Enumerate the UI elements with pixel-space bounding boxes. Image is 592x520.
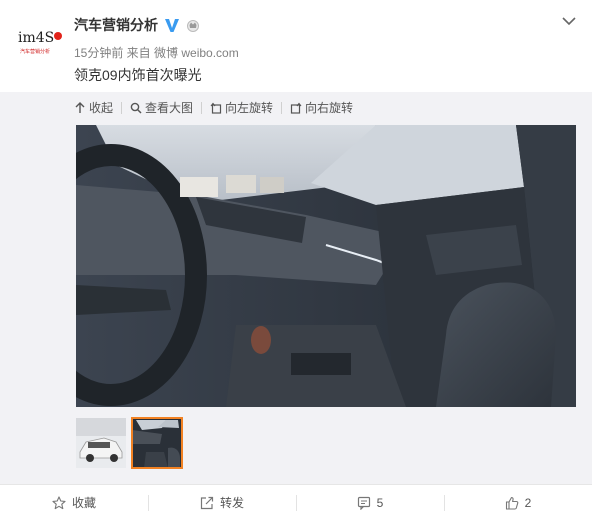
toolbar-divider xyxy=(121,101,123,114)
view-large-label: 查看大图 xyxy=(145,101,194,115)
thumbnail-strip xyxy=(76,417,183,469)
rotate-right-label: 向右旋转 xyxy=(305,101,354,115)
favorite-button[interactable]: 收藏 xyxy=(0,485,148,520)
chevron-down-icon[interactable] xyxy=(561,15,577,27)
author-row: 汽车营销分析 xyxy=(74,14,200,36)
like-count: 2 xyxy=(524,495,532,510)
thumbs-up-icon xyxy=(505,496,518,510)
verified-icon[interactable] xyxy=(164,17,180,33)
like-button[interactable]: 2 xyxy=(444,485,592,520)
comment-icon xyxy=(357,496,370,510)
comment-count: 5 xyxy=(376,495,384,510)
rotate-left-icon xyxy=(210,102,222,114)
rotate-left-label: 向左旋转 xyxy=(225,101,274,115)
car-interior-photo xyxy=(76,125,576,407)
view-large-button[interactable]: 查看大图 xyxy=(130,99,201,116)
thumbnail-exterior-image xyxy=(76,418,126,468)
thumbnail-interior[interactable] xyxy=(131,417,183,469)
star-icon xyxy=(52,495,66,509)
toolbar-divider xyxy=(201,101,203,114)
avatar-logo-dot xyxy=(54,32,62,40)
collapse-arrow-icon xyxy=(75,101,85,113)
action-bar: 收藏 转发 5 2 xyxy=(0,484,592,520)
post-header: im4S 汽车营销分析 汽车营销分析 15分钟前 来自 微博 weibo.com… xyxy=(0,0,592,92)
collapse-button[interactable]: 收起 xyxy=(74,99,121,116)
repost-button[interactable]: 转发 xyxy=(148,485,296,520)
thumbnail-exterior[interactable] xyxy=(76,418,126,468)
media-expanded-box: 收起 查看大图 向左旋转 向右旋转 xyxy=(0,92,592,484)
rotate-left-button[interactable]: 向左旋转 xyxy=(210,99,281,116)
magnifier-icon xyxy=(130,102,142,114)
post-text: 领克09内饰首次曝光 xyxy=(74,67,202,83)
rotate-right-button[interactable]: 向右旋转 xyxy=(290,99,361,116)
comment-button[interactable]: 5 xyxy=(296,485,444,520)
avatar[interactable]: im4S 汽车营销分析 xyxy=(14,22,66,62)
avatar-logo-text: im4S xyxy=(18,30,55,46)
main-photo[interactable] xyxy=(76,125,576,407)
toolbar-divider xyxy=(281,101,283,114)
repost-label: 转发 xyxy=(219,496,244,510)
favorite-label: 收藏 xyxy=(71,496,96,510)
collapse-label: 收起 xyxy=(89,101,114,115)
media-toolbar: 收起 查看大图 向左旋转 向右旋转 xyxy=(74,99,361,116)
rotate-right-icon xyxy=(290,102,302,114)
avatar-logo-subtext: 汽车营销分析 xyxy=(20,49,51,55)
post-meta: 15分钟前 来自 微博 weibo.com xyxy=(74,46,239,60)
repost-icon xyxy=(200,496,214,509)
thumbnail-interior-image xyxy=(132,418,182,468)
author-name[interactable]: 汽车营销分析 xyxy=(74,15,158,35)
member-crown-icon[interactable] xyxy=(186,18,200,32)
